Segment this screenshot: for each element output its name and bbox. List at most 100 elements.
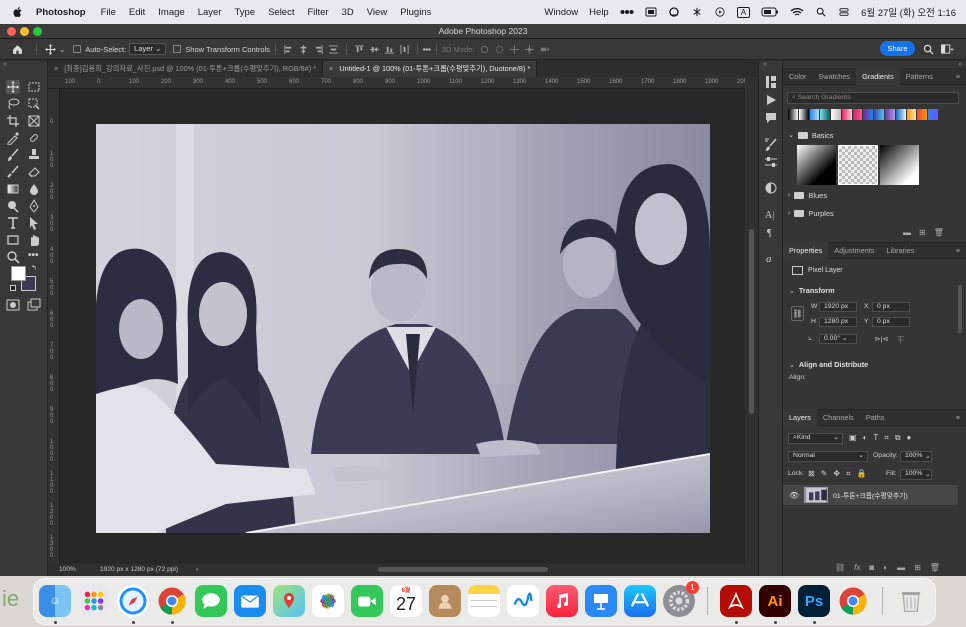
launchpad-icon[interactable]	[78, 585, 110, 617]
folder-purples[interactable]: › Purples	[788, 207, 958, 219]
gradient-swatch[interactable]	[885, 109, 895, 120]
align-top-icon[interactable]	[354, 44, 364, 54]
tab-properties[interactable]: Properties	[783, 242, 829, 259]
gradient-swatch[interactable]	[788, 109, 798, 120]
rectangle-tool-icon[interactable]	[6, 233, 20, 247]
swap-colors-icon[interactable]: ↰	[31, 264, 37, 272]
properties-scrollbar[interactable]	[958, 285, 962, 333]
move-tool-icon[interactable]	[45, 43, 56, 55]
lock-image-icon[interactable]: ✎	[821, 469, 828, 479]
menu-plugins[interactable]: Plugins	[400, 7, 431, 18]
acrobat-icon[interactable]	[720, 585, 752, 617]
new-gradient-icon[interactable]: ⊞	[919, 228, 926, 237]
gradient-swatch[interactable]	[874, 109, 885, 120]
chrome-icon[interactable]	[156, 585, 188, 617]
blur-tool-icon[interactable]	[27, 182, 41, 196]
layer-mask-icon[interactable]: ◙	[869, 563, 874, 572]
paragraph-panel-icon[interactable]: ¶	[764, 225, 778, 239]
opacity-chevron-icon[interactable]: ⌄	[925, 452, 931, 460]
close-icon[interactable]: ×	[329, 64, 333, 73]
wifi-icon[interactable]	[790, 7, 804, 17]
photoshop-icon[interactable]: Ps	[798, 585, 830, 617]
layer-style-icon[interactable]: fx	[854, 563, 860, 572]
more-dots-icon[interactable]	[620, 7, 634, 17]
bluetooth-icon[interactable]	[691, 7, 703, 17]
hand-tool-icon[interactable]	[27, 233, 41, 247]
screen-mirroring-icon[interactable]	[645, 7, 657, 17]
link-layers-icon[interactable]: ⛓	[835, 563, 845, 572]
distribute-horizontal-icon[interactable]	[400, 44, 409, 54]
3d-pan-icon[interactable]	[510, 44, 520, 54]
smart-object-filter-icon[interactable]: ⧉	[895, 433, 901, 443]
keynote-icon[interactable]	[585, 585, 617, 617]
chrome-app-icon[interactable]	[837, 585, 869, 617]
character-panel-icon[interactable]: A|	[764, 207, 778, 221]
workspace-icon[interactable]	[940, 44, 954, 55]
filter-toggle-icon[interactable]: ●	[907, 433, 912, 443]
clone-stamp-tool-icon[interactable]	[27, 148, 41, 162]
default-colors-icon[interactable]	[10, 285, 16, 291]
zoom-window-button[interactable]	[33, 27, 42, 36]
lock-position-icon[interactable]: ✥	[833, 469, 840, 479]
chevron-down-icon[interactable]: ⌄	[59, 45, 65, 54]
minimize-window-button[interactable]	[20, 27, 29, 36]
tab-patterns[interactable]: Patterns	[900, 68, 939, 85]
quick-mask-icon[interactable]	[6, 298, 20, 312]
maps-icon[interactable]	[273, 585, 305, 617]
status-menu-arrow[interactable]: ›	[196, 564, 198, 576]
gradient-swatch[interactable]	[852, 109, 863, 120]
home-icon[interactable]	[12, 44, 23, 55]
path-selection-tool-icon[interactable]	[27, 216, 41, 230]
finder-icon[interactable]: ☺	[39, 585, 71, 617]
close-icon[interactable]: ×	[54, 64, 58, 73]
photos-icon[interactable]	[312, 585, 344, 617]
tab-adjustments[interactable]: Adjustments	[828, 242, 880, 259]
folder-basics[interactable]: ⌄ Basics	[788, 129, 958, 141]
notes-icon[interactable]	[468, 585, 500, 617]
marquee-tool-icon[interactable]	[27, 80, 41, 94]
tab-swatches[interactable]: Swatches	[812, 68, 856, 85]
align-right-icon[interactable]	[314, 44, 323, 54]
gradient-swatch[interactable]	[906, 109, 917, 120]
type-filter-icon[interactable]: T	[873, 433, 878, 443]
gradient-swatch-transparent[interactable]	[837, 145, 879, 185]
battery-icon[interactable]	[761, 7, 779, 17]
tab-paths[interactable]: Paths	[860, 409, 891, 426]
x-position-field[interactable]: 0 px	[872, 302, 910, 312]
input-source-badge[interactable]: A	[736, 6, 751, 18]
gradient-swatch-white-black[interactable]	[880, 145, 920, 185]
gradient-swatch[interactable]	[820, 109, 831, 120]
eraser-tool-icon[interactable]	[27, 165, 41, 179]
frame-tool-icon[interactable]	[27, 114, 41, 128]
3d-roll-icon[interactable]	[495, 45, 504, 54]
foreground-color-swatch[interactable]	[11, 266, 26, 281]
trash-icon[interactable]	[895, 585, 927, 617]
panel-menu-icon[interactable]: ≡	[950, 242, 966, 259]
tab-layers[interactable]: Layers	[783, 409, 817, 426]
zoom-tool-icon[interactable]	[6, 250, 20, 264]
gradient-swatch[interactable]	[809, 109, 820, 120]
mail-icon[interactable]	[234, 585, 266, 617]
transform-controls-checkbox[interactable]	[173, 45, 182, 53]
horizontal-ruler[interactable]: 100 0 100 200 300 400 500 600 700 800 900 1000 1100 1…	[48, 77, 745, 89]
gradient-swatch-black-white[interactable]	[797, 145, 836, 185]
gradient-tool-icon[interactable]	[6, 182, 20, 196]
type-tool-icon[interactable]	[6, 216, 20, 230]
expand-panels-icon[interactable]: «	[763, 61, 767, 68]
eye-visibility-icon[interactable]: 👁	[789, 491, 799, 500]
pen-tool-icon[interactable]	[27, 199, 41, 213]
safari-icon[interactable]	[117, 585, 149, 617]
fill-chevron-icon[interactable]: ⌄	[925, 470, 931, 478]
gradient-swatch[interactable]	[841, 109, 852, 120]
system-settings-icon[interactable]: 1	[663, 581, 699, 617]
layer-kind-filter[interactable]: ⌕Kind ⌄	[788, 433, 843, 444]
gradient-swatch[interactable]	[798, 109, 809, 120]
actions-panel-icon[interactable]	[764, 93, 778, 107]
lock-all-icon[interactable]: 🔒	[857, 469, 867, 479]
angle-field[interactable]: 0.00° ⌄	[819, 334, 857, 344]
app-store-icon[interactable]	[624, 585, 656, 617]
panel-menu-icon[interactable]: ≡	[950, 68, 966, 85]
object-selection-tool-icon[interactable]	[27, 97, 41, 111]
align-center-icon[interactable]	[299, 44, 308, 54]
music-icon[interactable]	[546, 585, 578, 617]
